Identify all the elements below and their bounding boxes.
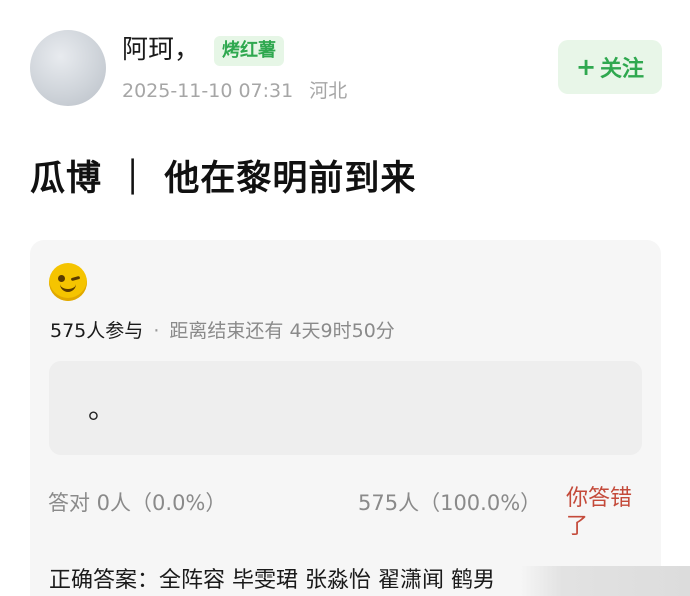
post-timestamp: 2025-11-10 07:31 bbox=[122, 80, 294, 102]
follow-button[interactable]: + 关注 bbox=[558, 40, 662, 94]
wrong-stat: 575人（100.0%） bbox=[358, 491, 542, 515]
result-label: 你答错了 bbox=[566, 486, 633, 539]
countdown-text: 距离结束还有 4天9时50分 bbox=[169, 320, 395, 342]
user-tag-badge[interactable]: 烤红薯 bbox=[214, 36, 284, 66]
separator-dot: · bbox=[153, 320, 160, 342]
post-location: 河北 bbox=[309, 80, 348, 102]
watermark bbox=[520, 566, 690, 596]
post-header: 阿珂， 烤红薯 2025-11-10 07:31 河北 + 关注 bbox=[0, 0, 690, 120]
correct-answer: 正确答案：全阵容 毕雯珺 张淼怡 翟潇闻 鹤男 bbox=[49, 568, 495, 593]
avatar[interactable] bbox=[30, 30, 106, 106]
post-meta: 2025-11-10 07:31 河北 bbox=[122, 76, 357, 103]
plus-icon: + bbox=[575, 53, 597, 81]
username[interactable]: 阿珂， bbox=[122, 34, 200, 66]
quiz-participants: 575人参与 · 距离结束还有 4天9时50分 bbox=[50, 316, 395, 343]
post-title: 瓜博 ｜ 他在黎明前到来 bbox=[30, 159, 417, 199]
participant-count: 575人参与 bbox=[50, 320, 144, 342]
winking-face-icon bbox=[49, 263, 87, 301]
answer-option[interactable]: 。 bbox=[49, 361, 642, 455]
correct-stat: 答对 0人（0.0%） bbox=[48, 491, 227, 515]
answer-text: 。 bbox=[88, 392, 117, 425]
quiz-card: 575人参与 · 距离结束还有 4天9时50分 。 答对 0人（0.0%） 57… bbox=[30, 240, 661, 596]
follow-label: 关注 bbox=[600, 57, 645, 82]
